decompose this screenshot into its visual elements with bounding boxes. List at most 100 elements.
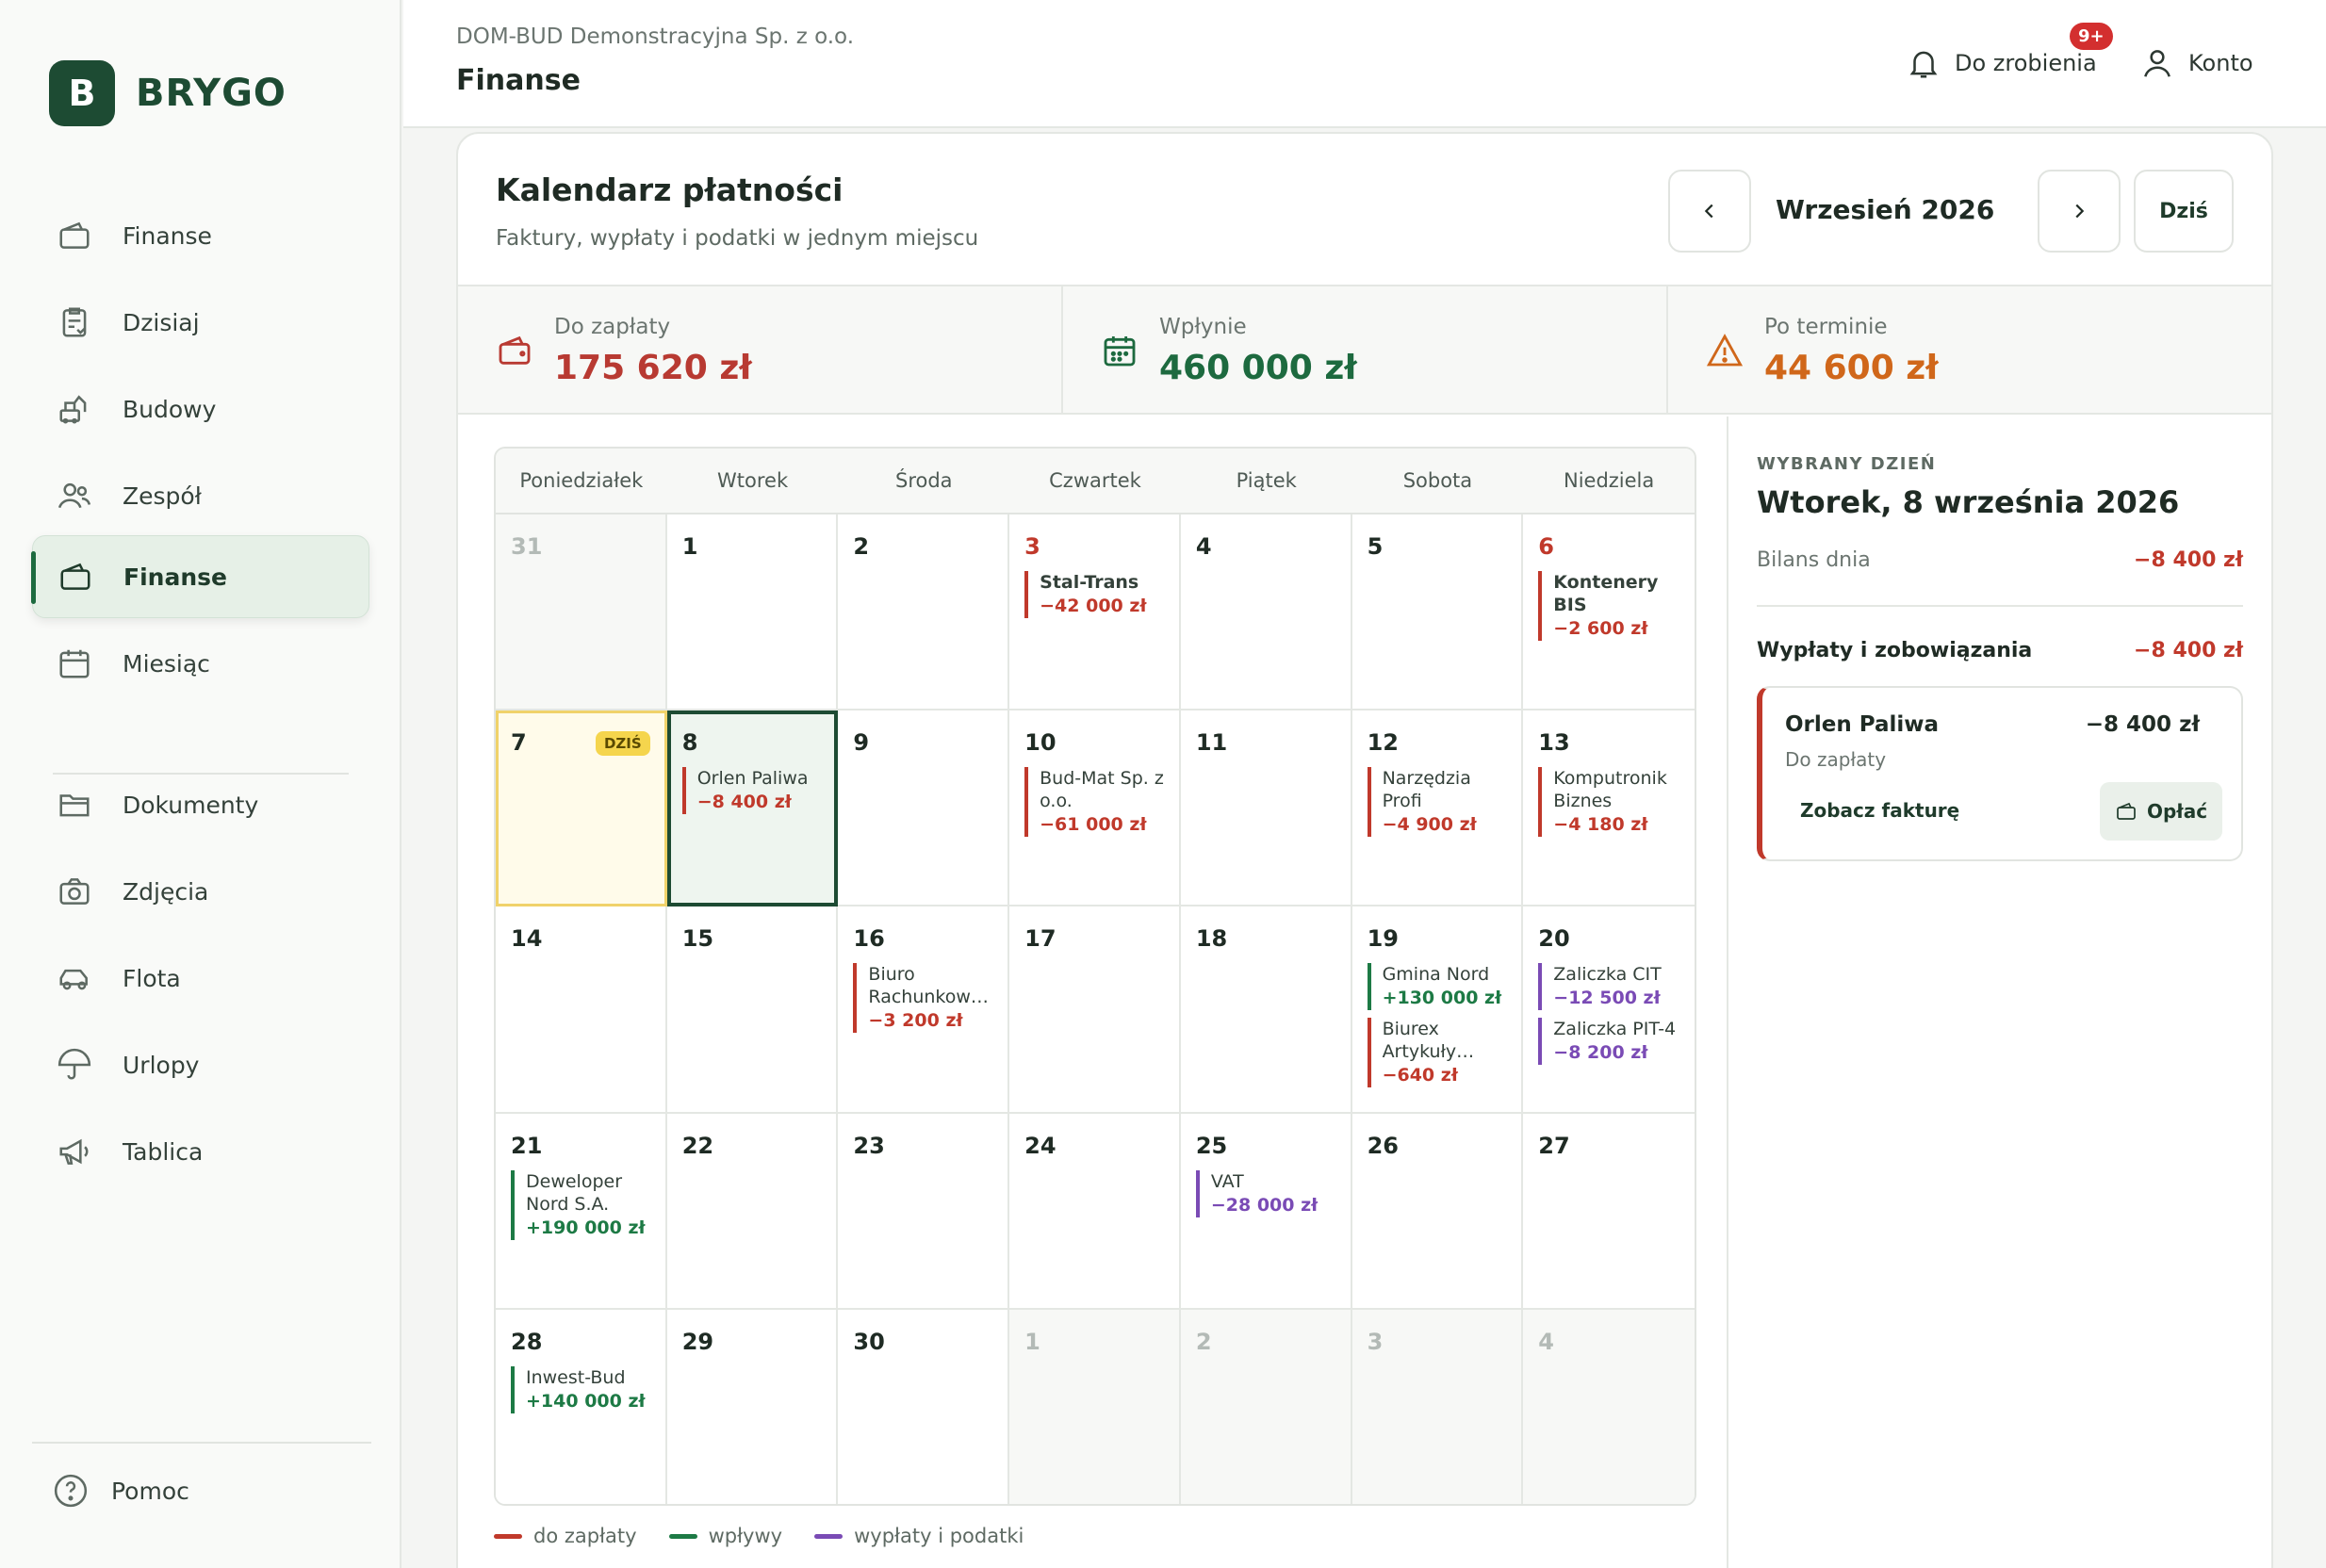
day-cell[interactable]: 25 VAT −28 000 zł: [1180, 1114, 1352, 1310]
card-title: Kalendarz płatności: [496, 172, 844, 208]
day-number: 26: [1367, 1133, 1399, 1159]
sidebar-item-zespół[interactable]: Zespół: [32, 454, 369, 537]
event-name: Gmina Nord: [1382, 964, 1490, 985]
calendar-event[interactable]: Bud-Mat Sp. z o.o. −61 000 zł: [1024, 767, 1164, 837]
day-cell[interactable]: 14: [496, 906, 667, 1114]
sidebar-item-zdjęcia[interactable]: Zdjęcia: [32, 850, 369, 933]
day-cell[interactable]: 2: [1180, 1310, 1352, 1504]
day-number: 3: [1367, 1329, 1384, 1355]
sidebar-item-budowy[interactable]: Budowy: [32, 368, 369, 450]
event-name: Biurex Artykuły…: [1382, 1019, 1475, 1062]
day-cell[interactable]: 9: [838, 710, 1010, 906]
stat-value: 44 600 zł: [1764, 349, 1939, 387]
day-cell[interactable]: 26: [1351, 1114, 1524, 1310]
logo[interactable]: B BRYGO: [49, 60, 287, 126]
event-amount: −4 900 zł: [1382, 814, 1477, 835]
calendar-event[interactable]: Biurex Artykuły… −640 zł: [1367, 1018, 1507, 1087]
folder-icon: [59, 794, 90, 817]
day-cell[interactable]: 6 Kontenery BIS −2 600 zł: [1523, 514, 1695, 710]
sidebar-item-dzisiaj[interactable]: Dzisiaj: [32, 281, 369, 364]
day-cell[interactable]: 1: [666, 514, 839, 710]
day-cell[interactable]: 8 Orlen Paliwa −8 400 zł: [666, 710, 839, 906]
day-cell[interactable]: 30: [838, 1310, 1010, 1504]
today-button[interactable]: Dziś: [2134, 170, 2234, 253]
day-cell[interactable]: 11: [1180, 710, 1352, 906]
view-invoice-link[interactable]: Zobacz fakturę: [1800, 799, 1959, 822]
calendar-event[interactable]: Zaliczka PIT-4 −8 200 zł: [1538, 1018, 1679, 1065]
day-cell[interactable]: 31: [496, 514, 667, 710]
calendar-event[interactable]: Narzędzia Profi −4 900 zł: [1367, 767, 1507, 837]
day-cell[interactable]: 19 Gmina Nord +130 000 zł Biurex Artykuły… −…: [1351, 906, 1524, 1114]
day-number: 6: [1538, 533, 1554, 560]
calendar-event[interactable]: Komputronik Biznes −4 180 zł: [1538, 767, 1679, 837]
day-cell[interactable]: 28 Inwest-Bud +140 000 zł: [496, 1310, 667, 1504]
calendar-event[interactable]: Inwest-Bud +140 000 zł: [511, 1366, 650, 1413]
day-cell[interactable]: 4: [1523, 1310, 1695, 1504]
account-button[interactable]: Konto: [2139, 45, 2253, 81]
stat-label: Po terminie: [1764, 315, 1888, 339]
day-number: 16: [853, 925, 885, 952]
day-cell[interactable]: 18: [1180, 906, 1352, 1114]
weekday-label: Czwartek: [1049, 469, 1141, 492]
sidebar: B BRYGO Finanse Dzisiaj Budowy Zespół Finans…: [0, 0, 401, 1568]
day-cell[interactable]: 21 Deweloper Nord S.A. +190 000 zł: [496, 1114, 667, 1310]
day-number: 2: [853, 533, 870, 560]
prev-month-button[interactable]: [1668, 170, 1751, 253]
todo-button[interactable]: Do zrobienia 9+: [1906, 23, 2113, 81]
day-cell[interactable]: 16 Biuro Rachunkow… −3 200 zł: [838, 906, 1010, 1114]
calendar-event[interactable]: Gmina Nord +130 000 zł: [1367, 963, 1507, 1010]
day-cell[interactable]: 12 Narzędzia Profi −4 900 zł: [1351, 710, 1524, 906]
sidebar-item-urlopy[interactable]: Urlopy: [32, 1023, 369, 1106]
calendar-event[interactable]: Kontenery BIS −2 600 zł: [1538, 571, 1679, 641]
logo-mark: B: [49, 60, 115, 126]
day-cell[interactable]: 13 Komputronik Biznes −4 180 zł: [1523, 710, 1695, 906]
todo-label: Do zrobienia: [1955, 50, 2097, 76]
wallet-icon: [499, 335, 531, 365]
day-cell[interactable]: 15: [666, 906, 839, 1114]
event-amount: −8 200 zł: [1553, 1042, 1648, 1063]
sidebar-item-label: Urlopy: [123, 1051, 200, 1079]
event-amount: −2 600 zł: [1553, 618, 1648, 639]
calendar-event[interactable]: Zaliczka CIT −12 500 zł: [1538, 963, 1679, 1010]
selected-day-date: Wtorek, 8 września 2026: [1757, 484, 2180, 520]
day-cell[interactable]: 1: [1009, 1310, 1181, 1504]
event-amount: −640 zł: [1382, 1065, 1458, 1086]
day-cell[interactable]: 7 DZIŚ: [496, 710, 667, 906]
day-cell[interactable]: 27: [1523, 1114, 1695, 1310]
sidebar-item-finanse[interactable]: Finanse: [31, 535, 369, 618]
sidebar-item-finanse[interactable]: Finanse: [32, 194, 369, 277]
day-cell[interactable]: 4: [1180, 514, 1352, 710]
day-cell[interactable]: 29: [666, 1310, 839, 1504]
next-month-button[interactable]: [2038, 170, 2121, 253]
day-cell[interactable]: 22: [666, 1114, 839, 1310]
sidebar-item-dokumenty[interactable]: Dokumenty: [32, 763, 369, 846]
day-cell[interactable]: 5: [1351, 514, 1524, 710]
calendar-event[interactable]: Stal-Trans −42 000 zł: [1024, 571, 1164, 618]
day-cell[interactable]: 3 Stal-Trans −42 000 zł: [1009, 514, 1181, 710]
day-cell[interactable]: 3: [1351, 1310, 1524, 1504]
sidebar-item-miesiąc[interactable]: Miesiąc: [32, 622, 369, 705]
payment-item-card[interactable]: Orlen Paliwa −8 400 zł Do zapłaty Zobacz…: [1757, 686, 2243, 861]
sidebar-item-flota[interactable]: Flota: [32, 937, 369, 1020]
day-cell[interactable]: 10 Bud-Mat Sp. z o.o. −61 000 zł: [1009, 710, 1181, 906]
stat-incoming: Wpłynie 460 000 zł: [1063, 286, 1668, 413]
calendar-event[interactable]: Biuro Rachunkow… −3 200 zł: [853, 963, 992, 1033]
day-cell[interactable]: 2: [838, 514, 1010, 710]
day-number: 24: [1024, 1133, 1057, 1159]
day-cell[interactable]: 20 Zaliczka CIT −12 500 zł Zaliczka PIT-4 −8…: [1523, 906, 1695, 1114]
day-cell[interactable]: 17: [1009, 906, 1181, 1114]
calendar-event[interactable]: Orlen Paliwa −8 400 zł: [681, 767, 822, 814]
day-cell[interactable]: 24: [1009, 1114, 1181, 1310]
sidebar-item-label: Finanse: [123, 563, 227, 591]
help-button[interactable]: Pomoc: [28, 1449, 366, 1532]
calendar-event[interactable]: VAT −28 000 zł: [1195, 1170, 1335, 1217]
event-name: Kontenery BIS: [1553, 572, 1659, 615]
day-cell[interactable]: 23: [838, 1114, 1010, 1310]
pay-button[interactable]: Opłać: [2100, 782, 2222, 841]
calendar-event[interactable]: Deweloper Nord S.A. +190 000 zł: [511, 1170, 650, 1240]
day-number: 11: [1195, 729, 1228, 756]
company-name: DOM-BUD Demonstracyjna Sp. z o.o.: [456, 24, 855, 49]
weekday-label: Poniedziałek: [519, 469, 644, 492]
sidebar-item-tablica[interactable]: Tablica: [32, 1110, 369, 1193]
event-name: VAT: [1210, 1171, 1244, 1192]
